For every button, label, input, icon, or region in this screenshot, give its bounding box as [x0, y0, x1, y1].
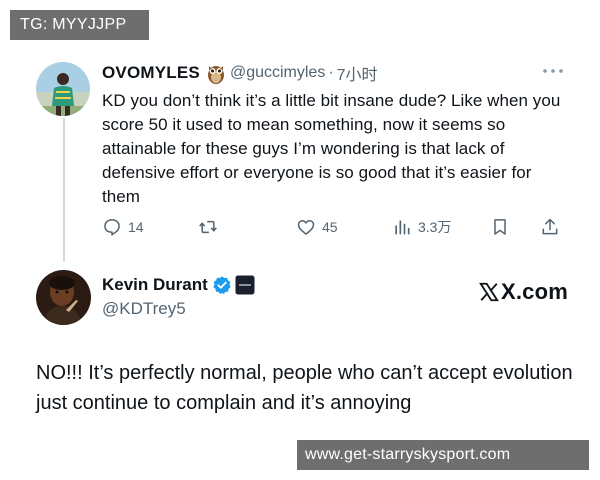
- x-logo-icon: [479, 282, 499, 302]
- x-com-brand: X.com: [478, 279, 568, 305]
- watermark-bottom: www.get-starryskysport.com: [297, 440, 589, 470]
- bookmark-icon: [494, 219, 506, 235]
- display-name[interactable]: OVOMYLES: [102, 63, 200, 83]
- reply-header: Kevin Durant: [102, 275, 255, 295]
- like-count: 45: [322, 219, 338, 235]
- bookmark-button[interactable]: [490, 214, 510, 240]
- reply-button[interactable]: 14: [102, 214, 144, 240]
- tweet-header: OVOMYLES @guccimyles · 7小时: [102, 60, 378, 86]
- brand-text: X.com: [501, 279, 569, 304]
- avatar-image: [36, 270, 91, 325]
- user-handle[interactable]: @KDTrey5: [102, 299, 186, 319]
- verified-badge-icon: [213, 276, 231, 295]
- avatar[interactable]: [36, 62, 90, 116]
- thread-connector-line: [63, 118, 65, 262]
- retweet-button[interactable]: [198, 214, 224, 240]
- timestamp[interactable]: 7小时: [337, 61, 378, 85]
- reply-icon: [104, 219, 120, 236]
- tweet-action-bar: 14 45 3.3万: [102, 214, 572, 240]
- affiliation-badge-icon: [235, 275, 255, 295]
- display-name[interactable]: Kevin Durant: [102, 275, 208, 295]
- avatar[interactable]: [36, 270, 91, 325]
- heart-icon: [297, 220, 315, 235]
- like-button[interactable]: 45: [296, 214, 338, 240]
- separator-dot: ·: [328, 64, 334, 81]
- tweet-text: KD you don’t think it’s a little bit ins…: [102, 91, 561, 206]
- reply-text: NO!!! It’s perfectly normal, people who …: [36, 362, 573, 414]
- avatar-image: [36, 62, 90, 116]
- share-button[interactable]: [540, 214, 560, 240]
- user-handle[interactable]: @guccimyles: [230, 64, 325, 82]
- owl-emoji-icon: [207, 66, 224, 84]
- retweet-icon: [199, 220, 217, 234]
- share-icon: [542, 218, 558, 235]
- reply-count: 14: [128, 219, 144, 235]
- views-count: 3.3万: [418, 219, 452, 235]
- more-options-icon[interactable]: [541, 66, 565, 76]
- views-button[interactable]: 3.3万: [392, 214, 451, 240]
- watermark-top: TG: MYYJJPP: [10, 10, 149, 40]
- views-chart-icon: [395, 220, 410, 235]
